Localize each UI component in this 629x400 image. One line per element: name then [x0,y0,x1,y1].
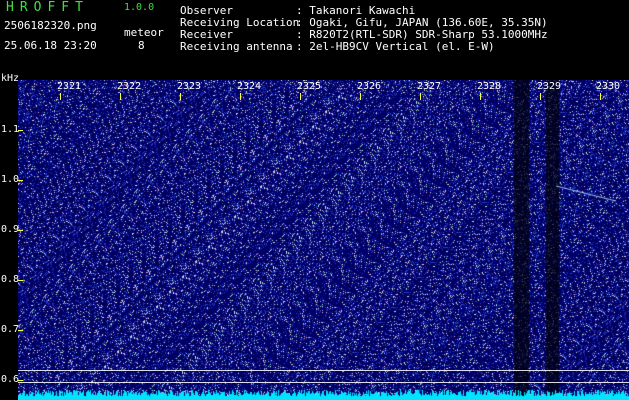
x-tick-mark [300,93,301,100]
x-tick-mark [60,93,61,100]
y-tick-mark [18,330,23,331]
reference-line [18,382,629,383]
y-tick-label: 0.8 [1,274,20,285]
x-tick-label: 2325 [297,81,322,92]
y-tick-label: 1.0 [1,174,20,185]
info-value-antenna: : 2el-HB9CV Vertical (el. E-W) [296,40,495,53]
y-tick-mark [18,130,23,131]
x-tick-label: 2327 [417,81,442,92]
x-tick-mark [420,93,421,100]
y-tick-label: 0.9 [1,224,20,235]
x-tick-mark [180,93,181,100]
y-tick-mark [18,230,23,231]
file-name: 2506182320.png [4,19,97,32]
x-tick-mark [600,93,601,100]
meteor-label: meteor [124,26,164,39]
x-tick-label: 2324 [237,81,262,92]
file-datetime: 25.06.18 23:20 [4,39,97,52]
x-tick-label: 2323 [177,81,202,92]
x-tick-mark [360,93,361,100]
x-tick-mark [540,93,541,100]
y-tick-mark [18,180,23,181]
x-tick-mark [480,93,481,100]
x-tick-mark [240,93,241,100]
app-version: 1.0.0 [124,2,155,13]
y-tick-mark [18,280,23,281]
x-tick-label: 2330 [596,81,621,92]
info-key-antenna: Receiving antenna [180,40,293,53]
x-tick-label: 2329 [537,81,562,92]
y-tick-label: 0.6 [1,374,20,385]
spectrogram [18,80,629,400]
x-tick-mark [120,93,121,100]
y-tick-label: 0.7 [1,324,20,335]
y-tick-mark [18,380,23,381]
y-tick-label: 1.1 [1,124,20,135]
app-title: HROFFT [6,0,89,15]
x-tick-label: 2321 [57,81,82,92]
y-axis-unit: kHz [1,73,20,84]
reference-line [18,370,629,371]
x-tick-label: 2328 [477,81,502,92]
meteor-count: 8 [138,39,145,52]
x-tick-label: 2326 [357,81,382,92]
x-tick-label: 2322 [117,81,142,92]
